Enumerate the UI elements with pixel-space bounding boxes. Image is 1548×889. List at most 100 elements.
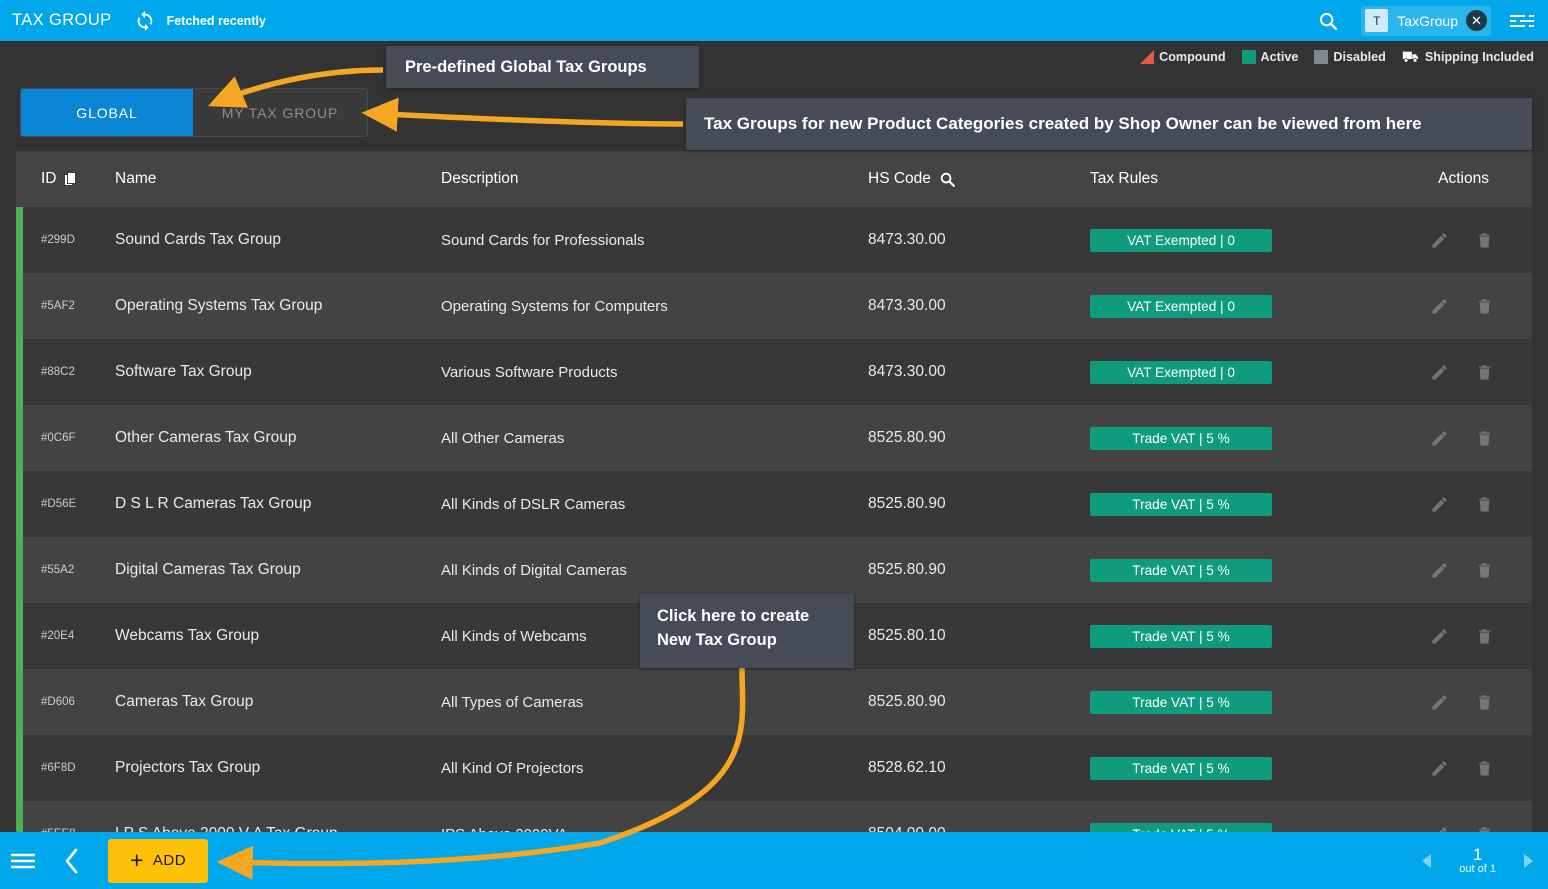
truck-icon xyxy=(1402,51,1418,63)
cell-actions xyxy=(1400,429,1532,448)
pencil-icon[interactable] xyxy=(1430,429,1449,448)
search-icon[interactable] xyxy=(939,171,956,188)
chevron-left-icon[interactable] xyxy=(64,848,80,874)
pencil-icon[interactable] xyxy=(1430,561,1449,580)
tax-rule-badge[interactable]: Trade VAT | 5 % xyxy=(1090,492,1272,516)
square-swatch-icon xyxy=(1241,50,1256,64)
tax-rule-badge[interactable]: Trade VAT | 5 % xyxy=(1090,426,1272,450)
cell-name: Cameras Tax Group xyxy=(115,693,254,710)
trash-icon[interactable] xyxy=(1475,429,1494,448)
current-page: 1 xyxy=(1472,844,1483,864)
cell-tax-rules: Trade VAT | 5 % xyxy=(1090,756,1400,780)
table-header-row: ID Name Description HS Code Tax Rules Ac… xyxy=(16,151,1532,207)
plus-icon: + xyxy=(129,847,144,873)
callout-line-1: Click here to create xyxy=(657,607,810,625)
cell-actions xyxy=(1400,495,1532,514)
cell-hs-code: 8528.62.10 xyxy=(868,759,946,776)
search-icon[interactable] xyxy=(1317,10,1339,32)
refresh-icon[interactable] xyxy=(134,10,156,32)
trash-icon[interactable] xyxy=(1475,495,1494,514)
cell-name: I P S Above 2000 V A Tax Group xyxy=(115,825,441,832)
column-header-name: Name xyxy=(115,170,157,187)
cell-hs-code: 8525.80.90 xyxy=(868,495,946,512)
trash-icon[interactable] xyxy=(1475,297,1494,316)
cell-name: D S L R Cameras Tax Group xyxy=(115,495,312,512)
cell-tax-rules: VAT Exempted | 0 xyxy=(1090,228,1400,252)
table-body: #299D Sound Cards Tax Group Sound Cards fo… xyxy=(16,207,1532,832)
tax-rule-badge[interactable]: Trade VAT | 5 % xyxy=(1090,690,1272,714)
cell-name: Software Tax Group xyxy=(115,363,252,380)
pagination: 1 out of 1 xyxy=(1421,844,1548,875)
pencil-icon[interactable] xyxy=(1430,759,1449,778)
cell-actions xyxy=(1400,297,1532,316)
tax-rule-badge[interactable]: VAT Exempted | 0 xyxy=(1090,228,1272,252)
user-chip[interactable]: T TaxGroup ✕ xyxy=(1361,5,1491,36)
status-stripe xyxy=(16,471,23,537)
tax-rule-badge[interactable]: VAT Exempted | 0 xyxy=(1090,294,1272,318)
trash-icon[interactable] xyxy=(1475,825,1494,833)
close-icon[interactable]: ✕ xyxy=(1466,10,1487,31)
cell-hs-code: 8525.80.90 xyxy=(868,561,946,578)
cell-id: #299D xyxy=(41,234,75,246)
triangle-left-icon[interactable] xyxy=(1421,853,1433,869)
table-row[interactable]: #299D Sound Cards Tax Group Sound Cards fo… xyxy=(16,207,1532,273)
status-stripe xyxy=(16,537,23,603)
cell-hs-code: 8525.80.90 xyxy=(868,693,946,710)
arrow-to-my-tax-group-tab xyxy=(361,97,684,132)
trash-icon[interactable] xyxy=(1475,693,1494,712)
pencil-icon[interactable] xyxy=(1430,231,1449,250)
copy-icon[interactable] xyxy=(63,171,77,187)
legend-item-active: Active xyxy=(1241,50,1299,64)
tax-rule-badge[interactable]: Trade VAT | 5 % xyxy=(1090,822,1272,832)
header-right-cluster: T TaxGroup ✕ xyxy=(1317,5,1548,36)
trash-icon[interactable] xyxy=(1475,363,1494,382)
cell-id: #6F8D xyxy=(41,762,76,774)
pencil-icon[interactable] xyxy=(1430,693,1449,712)
pencil-icon[interactable] xyxy=(1430,363,1449,382)
pencil-icon[interactable] xyxy=(1430,627,1449,646)
cell-description: All Other Cameras xyxy=(441,429,565,447)
pencil-icon[interactable] xyxy=(1430,297,1449,316)
avatar: T xyxy=(1365,9,1389,32)
status-stripe xyxy=(16,735,23,801)
add-button[interactable]: + ADD xyxy=(108,838,208,883)
cell-hs-code: 8525.80.10 xyxy=(868,627,946,644)
cell-description: Various Software Products xyxy=(441,363,618,381)
sliders-icon[interactable] xyxy=(1509,13,1535,29)
trash-icon[interactable] xyxy=(1475,627,1494,646)
cell-tax-rules: Trade VAT | 5 % xyxy=(1090,690,1400,714)
table-row[interactable]: #D56E D S L R Cameras Tax Group All Kinds … xyxy=(16,471,1532,537)
cell-description: Sound Cards for Professionals xyxy=(441,231,645,249)
pencil-icon[interactable] xyxy=(1430,825,1449,833)
pencil-icon[interactable] xyxy=(1430,495,1449,514)
tab-my-tax-group[interactable]: MY TAX GROUP xyxy=(193,89,367,136)
cell-actions xyxy=(1400,561,1532,580)
column-header-hs-code: HS Code xyxy=(868,170,1090,188)
square-swatch-icon xyxy=(1314,50,1329,64)
table-row[interactable]: #6F8D Projectors Tax Group All Kind Of Pro… xyxy=(16,735,1532,801)
table-row[interactable]: #5EE8I P S Above 2000 V A Tax GroupIPS A… xyxy=(16,801,1532,832)
triangle-right-icon[interactable] xyxy=(1522,853,1534,869)
cell-id: #D56E xyxy=(41,498,77,510)
cell-hs-code: 8473.30.00 xyxy=(868,297,946,314)
table-row[interactable]: #0C6F Other Cameras Tax Group All Other Ca… xyxy=(16,405,1532,471)
trash-icon[interactable] xyxy=(1475,231,1494,250)
cell-id: #55A2 xyxy=(41,564,75,576)
legend-label: Active xyxy=(1260,50,1299,64)
cell-actions xyxy=(1400,627,1532,646)
tax-rule-badge[interactable]: Trade VAT | 5 % xyxy=(1090,756,1272,780)
trash-icon[interactable] xyxy=(1475,561,1494,580)
table-row[interactable]: #D606 Cameras Tax Group All Types of Camer… xyxy=(16,669,1532,735)
table-row[interactable]: #88C2 Software Tax Group Various Software … xyxy=(16,339,1532,405)
tax-rule-badge[interactable]: Trade VAT | 5 % xyxy=(1090,558,1272,582)
tax-rule-badge[interactable]: VAT Exempted | 0 xyxy=(1090,360,1272,384)
legend-label: Disabled xyxy=(1333,50,1386,64)
cell-hs-code: 8525.80.90 xyxy=(868,429,946,446)
column-header-id: ID xyxy=(16,170,115,188)
trash-icon[interactable] xyxy=(1475,759,1494,778)
table-row[interactable]: #5AF2 Operating Systems Tax Group Operatin… xyxy=(16,273,1532,339)
tab-global[interactable]: GLOBAL xyxy=(21,89,193,136)
tax-rule-badge[interactable]: Trade VAT | 5 % xyxy=(1090,624,1272,648)
hamburger-icon[interactable] xyxy=(10,852,36,870)
column-label: ID xyxy=(41,170,57,187)
